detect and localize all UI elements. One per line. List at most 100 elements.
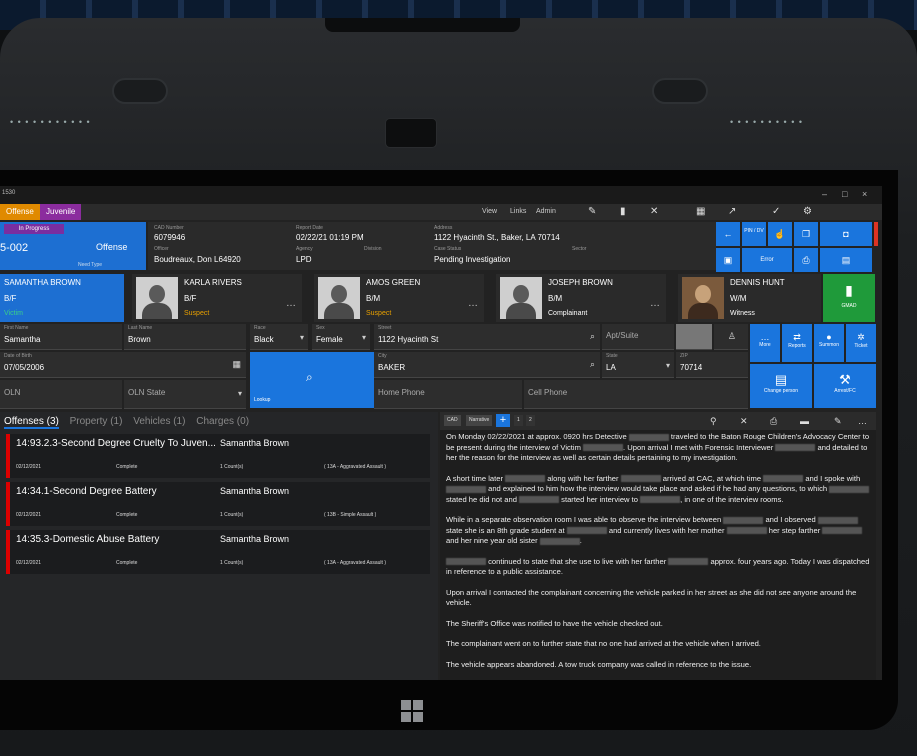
check-icon[interactable]: ✓: [772, 206, 780, 217]
chevron-down-icon: ▾: [665, 361, 670, 370]
add-page-button[interactable]: +: [496, 414, 510, 427]
tab-property[interactable]: Property (1): [70, 416, 123, 427]
settings-icon[interactable]: ⚙: [803, 206, 812, 217]
menu-admin[interactable]: Admin: [536, 208, 556, 215]
state-select[interactable]: State LA ▾: [602, 352, 674, 378]
change-person-button[interactable]: ▤ Change person: [750, 364, 812, 408]
grid-icon[interactable]: ▦: [696, 206, 705, 217]
tablet-handle-slot: [325, 18, 520, 32]
print-icon[interactable]: ⎙: [770, 416, 777, 427]
offense-item[interactable]: 14:93.2.3-Second Degree Cruelty To Juven…: [6, 434, 430, 478]
tab-vehicles[interactable]: Vehicles (1): [133, 416, 185, 427]
page-1[interactable]: 1: [514, 415, 523, 426]
oln-placeholder: OLN: [4, 388, 21, 397]
page-2[interactable]: 2: [526, 415, 535, 426]
state-value: LA: [606, 363, 616, 372]
windows-logo-icon[interactable]: [401, 700, 423, 722]
person-card-complainant[interactable]: JOSEPH BROWN B/M Complainant …: [496, 274, 666, 322]
more-icon[interactable]: …: [286, 298, 296, 309]
person-card-suspect-2[interactable]: AMOS GREEN B/M Suspect …: [314, 274, 484, 322]
tablet-clip-left: [112, 78, 168, 104]
reports-button[interactable]: ⇄ Reports: [782, 324, 812, 362]
ticket-button[interactable]: ✲ Ticket: [846, 324, 876, 362]
last-name-field[interactable]: Last Name Brown: [124, 324, 246, 350]
offense-status: Complete: [116, 464, 138, 470]
offense-person: Samantha Brown: [220, 534, 290, 544]
tab-juvenile[interactable]: Juvenile: [40, 204, 82, 220]
sex-select[interactable]: Sex Female ▾: [312, 324, 370, 350]
more-icon[interactable]: …: [650, 298, 660, 309]
gmad-button[interactable]: ▮ GMAD: [823, 274, 875, 322]
trash-icon[interactable]: ▮: [620, 206, 626, 217]
back-button[interactable]: ←: [716, 222, 740, 246]
camera-icon[interactable]: ◘: [820, 222, 872, 246]
case-summary-tile[interactable]: In Progress 5-002 Offense Need Type: [0, 222, 146, 270]
person-card-witness[interactable]: DENNIS HUNT W/M Witness: [678, 274, 821, 322]
copy-icon[interactable]: ❐: [794, 222, 818, 246]
tab-charges[interactable]: Charges (0): [196, 416, 249, 427]
microphone-icon[interactable]: ⚲: [710, 416, 717, 427]
oln-state-select[interactable]: OLN State ▾: [124, 380, 246, 409]
agency-label: Agency: [296, 246, 313, 252]
close-icon[interactable]: ✕: [650, 206, 658, 217]
menu-view[interactable]: View: [482, 208, 497, 215]
home-phone-field[interactable]: Home Phone: [374, 380, 522, 409]
error-button[interactable]: Error: [742, 248, 792, 272]
tab-offense[interactable]: Offense: [0, 204, 40, 220]
minimize-button[interactable]: –: [822, 189, 827, 199]
offense-date: 02/12/2021: [16, 560, 42, 566]
tab-offenses[interactable]: Offenses (3): [4, 416, 59, 429]
city-field[interactable]: City BAKER ⌕: [374, 352, 600, 378]
person-role: Witness: [730, 310, 755, 317]
image-icon[interactable]: ▣: [716, 248, 740, 272]
maximize-button[interactable]: □: [842, 189, 847, 199]
offense-item[interactable]: 14:35.3-Domestic Abuse Battery Samantha …: [6, 530, 430, 574]
narrative-text[interactable]: On Monday 02/22/2021 at approx. 0920 hrs…: [446, 432, 870, 680]
dob-field[interactable]: Date of Birth 07/05/2006 ▦: [0, 352, 246, 378]
link-icon[interactable]: ↗: [728, 206, 736, 217]
case-header: CAD Number 6079946 Report Date 02/22/21 …: [148, 222, 716, 270]
person-form: First Name Samantha Last Name Brown Race…: [0, 324, 748, 409]
close-button[interactable]: ×: [862, 189, 867, 199]
apt-lookup-button[interactable]: [676, 324, 712, 350]
search-icon[interactable]: ⌕: [590, 359, 595, 370]
cad-chip[interactable]: CAD: [444, 415, 461, 426]
search-icon[interactable]: ⌕: [590, 331, 595, 342]
more-icon[interactable]: …: [468, 298, 478, 309]
person-card-victim[interactable]: SAMANTHA BROWN B/F Victim: [0, 274, 124, 322]
more-icon[interactable]: …: [858, 416, 867, 426]
calendar-icon[interactable]: ▦: [232, 359, 241, 370]
more-button[interactable]: … More: [750, 324, 780, 362]
person-card-suspect-1[interactable]: KARLA RIVERS B/F Suspect …: [132, 274, 302, 322]
narrative-paragraph: The complainant went on to further state…: [446, 639, 761, 648]
apt-suite-field[interactable]: Apt/Suite: [602, 324, 674, 350]
offense-title: 14:93.2.3-Second Degree Cruelty To Juven…: [16, 438, 216, 449]
pin-dv-button[interactable]: PIN / DV: [742, 222, 766, 246]
offense-person: Samantha Brown: [220, 486, 290, 496]
document-icon: ▤: [774, 372, 788, 387]
hand-icon[interactable]: ☝: [768, 222, 792, 246]
redacted-text: [566, 527, 607, 534]
narrative-chip[interactable]: Narrative: [466, 415, 493, 426]
keyboard-icon[interactable]: ▬: [800, 416, 809, 426]
redacted-text: [620, 475, 661, 482]
offense-counts: 1 Count(s): [220, 464, 244, 470]
cell-phone-field[interactable]: Cell Phone: [524, 380, 748, 409]
oln-field[interactable]: OLN: [0, 380, 122, 409]
print-icon[interactable]: ⎙: [794, 248, 818, 272]
summon-button[interactable]: ● Summon: [814, 324, 844, 362]
race-select[interactable]: Race Black ▾: [250, 324, 308, 350]
close-icon[interactable]: ✕: [740, 416, 748, 427]
edit-icon[interactable]: ✎: [834, 416, 842, 427]
person-lookup-button[interactable]: ♙: [714, 324, 748, 350]
dob-value: 07/05/2006: [4, 363, 45, 372]
zip-field[interactable]: ZIP 70714: [676, 352, 748, 378]
save-icon[interactable]: ▤: [820, 248, 872, 272]
pen-icon[interactable]: ✎: [588, 206, 596, 217]
menu-links[interactable]: Links: [510, 208, 526, 215]
lookup-button[interactable]: ⌕ Lookup: [250, 352, 374, 408]
arrest-button[interactable]: ⚒ Arrest/FC: [814, 364, 876, 408]
street-field[interactable]: Street 1122 Hyacinth St ⌕: [374, 324, 600, 350]
first-name-field[interactable]: First Name Samantha: [0, 324, 122, 350]
offense-item[interactable]: 14:34.1-Second Degree Battery Samantha B…: [6, 482, 430, 526]
